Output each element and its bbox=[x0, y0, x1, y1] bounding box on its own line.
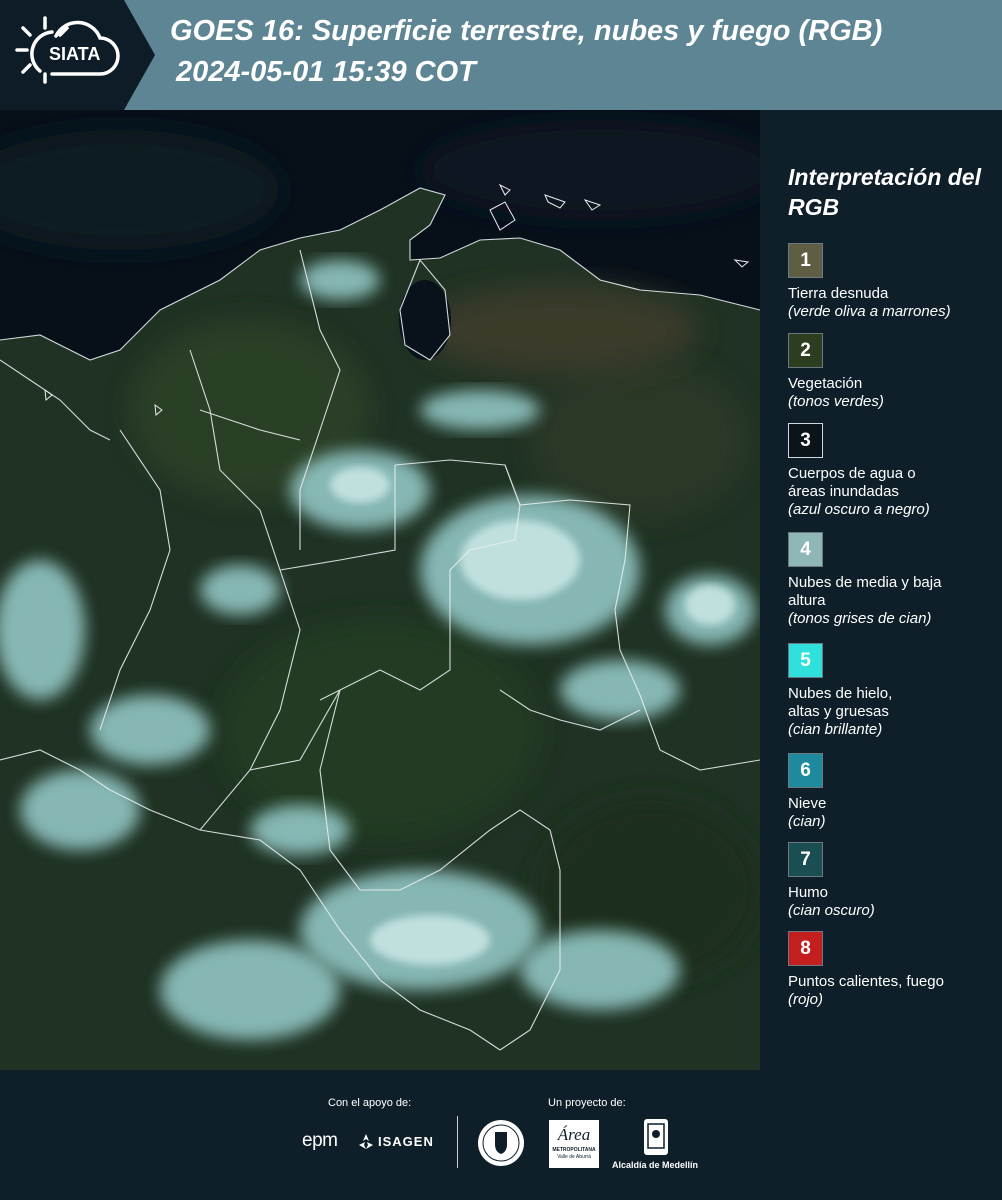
legend-swatch-8: 8 bbox=[788, 931, 823, 966]
legend-number: 6 bbox=[800, 759, 811, 781]
legend-panel: Interpretación del RGB 1 Tierra desnuda … bbox=[760, 110, 1002, 1070]
legend-desc: (azul oscuro a negro) bbox=[788, 501, 930, 518]
area-logo-text: Área bbox=[557, 1125, 591, 1144]
satellite-map bbox=[0, 110, 760, 1070]
legend-swatch-7: 7 bbox=[788, 842, 823, 877]
legend-item-snow: 6 Nieve (cian) bbox=[788, 753, 998, 831]
seal-logo bbox=[478, 1120, 524, 1166]
legend-item-fire: 8 Puntos calientes, fuego (rojo) bbox=[788, 931, 998, 1009]
legend-item-low-clouds: 4 Nubes de media y baja altura (tonos gr… bbox=[788, 532, 998, 628]
legend-item-vegetation: 2 Vegetación (tonos verdes) bbox=[788, 333, 998, 411]
legend-number: 4 bbox=[800, 538, 811, 560]
legend-item-ice-clouds: 5 Nubes de hielo, altas y gruesas (cian … bbox=[788, 643, 998, 739]
legend-desc: (verde oliva a marrones) bbox=[788, 303, 951, 320]
project-label: Un proyecto de: bbox=[548, 1097, 626, 1109]
page-title: GOES 16: Superficie terrestre, nubes y f… bbox=[170, 15, 883, 47]
legend-desc: (cian brillante) bbox=[788, 721, 883, 738]
area-logo-sub: METROPOLITANA bbox=[552, 1147, 596, 1153]
image-timestamp: 2024-05-01 15:39 COT bbox=[176, 56, 476, 88]
isagen-logo: ISAGEN bbox=[378, 1134, 434, 1149]
support-label: Con el apoyo de: bbox=[328, 1097, 412, 1109]
epm-logo: epm bbox=[302, 1130, 338, 1151]
legend-title: Interpretación del RGB bbox=[788, 164, 981, 220]
legend-item-water: 3 Cuerpos de agua o áreas inundadas (azu… bbox=[788, 423, 998, 519]
logo-text: SIATA bbox=[49, 44, 100, 64]
legend-number: 8 bbox=[800, 937, 811, 959]
header: SIATA GOES 16: Superficie terrestre, nub… bbox=[0, 0, 1002, 110]
legend-label: Nieve bbox=[788, 795, 827, 812]
legend-item-smoke: 7 Humo (cian oscuro) bbox=[788, 842, 998, 920]
legend-number: 3 bbox=[800, 429, 811, 451]
legend-desc: (tonos grises de cian) bbox=[788, 610, 932, 627]
legend-number: 5 bbox=[800, 649, 811, 671]
area-logo-sub2: Valle de Aburrá bbox=[557, 1154, 591, 1160]
legend-item-bare-soil: 1 Tierra desnuda (verde oliva a marrones… bbox=[788, 243, 998, 321]
legend-label: Nubes de media y baja altura bbox=[788, 574, 942, 609]
alcaldia-label: Alcaldía de Medellín bbox=[612, 1160, 699, 1170]
legend-desc: (rojo) bbox=[788, 991, 824, 1008]
legend-number: 1 bbox=[800, 249, 811, 271]
legend-desc: (tonos verdes) bbox=[788, 393, 884, 410]
legend-swatch-5: 5 bbox=[788, 643, 823, 678]
legend-label: Cuerpos de agua o áreas inundadas bbox=[788, 465, 916, 500]
legend-swatch-1: 1 bbox=[788, 243, 823, 278]
legend-label: Nubes de hielo, altas y gruesas bbox=[788, 685, 893, 720]
isagen-icon bbox=[359, 1134, 373, 1149]
legend-label: Puntos calientes, fuego bbox=[788, 973, 944, 990]
footer: Con el apoyo de: Un proyecto de: epm ISA… bbox=[0, 1070, 1002, 1200]
satellite-map-graphic bbox=[0, 110, 760, 1070]
legend-label: Humo bbox=[788, 884, 829, 901]
legend-desc: (cian) bbox=[788, 813, 826, 830]
siata-logo: SIATA bbox=[0, 0, 155, 110]
legend-number: 7 bbox=[800, 848, 811, 870]
legend-swatch-6: 6 bbox=[788, 753, 823, 788]
legend-swatch-2: 2 bbox=[788, 333, 823, 368]
legend-swatch-4: 4 bbox=[788, 532, 823, 567]
footer-divider bbox=[457, 1116, 458, 1168]
legend-desc: (cian oscuro) bbox=[788, 902, 875, 919]
medellin-crest-icon bbox=[644, 1119, 668, 1155]
legend-swatch-3: 3 bbox=[788, 423, 823, 458]
legend-label: Tierra desnuda bbox=[788, 285, 889, 302]
area-metropolitana-logo: Área METROPOLITANA Valle de Aburrá bbox=[549, 1120, 599, 1168]
legend-label: Vegetación bbox=[788, 375, 863, 392]
legend-number: 2 bbox=[800, 339, 811, 361]
